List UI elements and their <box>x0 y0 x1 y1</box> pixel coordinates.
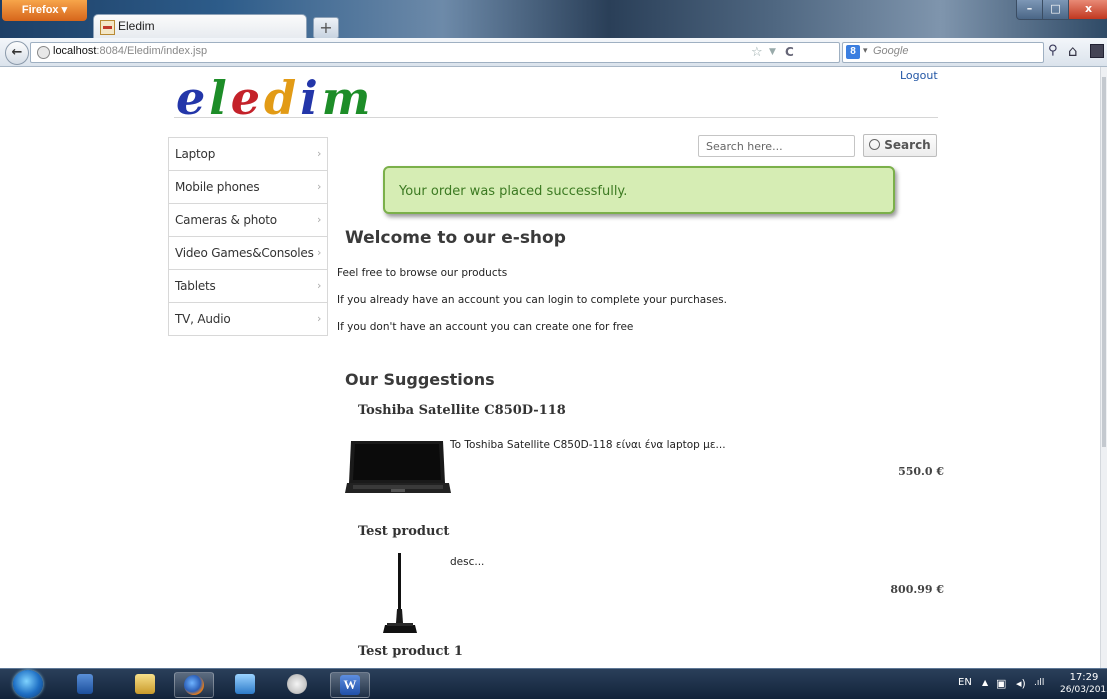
search-engine-icon[interactable]: 8 <box>846 45 860 59</box>
site-identity-icon[interactable] <box>37 46 50 59</box>
sidebar-item-cameras-photo[interactable]: Cameras & photo › <box>169 204 327 237</box>
chevron-right-icon: › <box>317 213 322 226</box>
sidebar-item-video-games[interactable]: Video Games&Consoles › <box>169 237 327 270</box>
chevron-right-icon: › <box>317 246 322 259</box>
chevron-right-icon: › <box>317 312 322 325</box>
window-titlebar: Firefox ▾ Eledim + – □ x <box>0 0 1107 39</box>
monitor-product-image[interactable] <box>381 553 419 635</box>
search-icon <box>869 139 881 150</box>
firefox-icon <box>184 675 204 695</box>
back-button[interactable]: ← <box>5 41 29 65</box>
navigation-toolbar: ← localhost:8084/Eledim/index.jsp ☆ ▼ C … <box>0 38 1107 67</box>
taskbar-app-cube[interactable] <box>226 672 264 696</box>
product-price: 800.99 € <box>890 583 944 596</box>
address-bar[interactable]: localhost:8084/Eledim/index.jsp ☆ ▼ C <box>30 42 840 63</box>
product-price: 550.0 € <box>898 465 944 478</box>
chevron-right-icon: › <box>317 147 322 160</box>
search-button-label: Search <box>884 138 931 152</box>
word-icon: W <box>340 675 360 695</box>
logout-link[interactable]: Logout <box>900 69 938 82</box>
windows-taskbar: W EN ▲ ▣ ◂) .ıll 17:29 26/03/2013 <box>0 668 1107 699</box>
product-description: To Toshiba Satellite C850D-118 είναι ένα… <box>450 439 726 451</box>
show-hidden-icons-icon[interactable]: ▲ <box>982 678 988 687</box>
sidebar-item-label: TV, Audio <box>175 312 231 326</box>
history-dropdown-icon[interactable]: ▼ <box>769 47 776 57</box>
home-icon[interactable]: ⌂ <box>1068 42 1078 60</box>
minimize-button[interactable]: – <box>1016 0 1043 20</box>
sidebar-item-label: Mobile phones <box>175 180 260 194</box>
firefox-menu-button[interactable]: Firefox ▾ <box>2 0 87 21</box>
sidebar-item-label: Laptop <box>175 147 216 161</box>
product-name-link[interactable]: Test product <box>358 524 449 539</box>
chevron-right-icon: › <box>317 279 322 292</box>
product-name-link[interactable]: Toshiba Satellite C850D-118 <box>358 403 566 418</box>
new-tab-button[interactable]: + <box>313 17 339 39</box>
taskbar-media-player[interactable] <box>66 672 104 696</box>
search-button[interactable]: Search <box>863 134 937 157</box>
paint-palette-icon <box>287 674 307 694</box>
sidebar-item-mobile-phones[interactable]: Mobile phones › <box>169 171 327 204</box>
network-icon[interactable]: ▣ <box>996 677 1006 690</box>
clock-date[interactable]: 26/03/2013 <box>1060 685 1107 695</box>
cube-icon <box>235 674 255 694</box>
tab-title: Eledim <box>118 19 155 33</box>
bookmarks-icon[interactable] <box>1090 44 1104 58</box>
taskbar-word[interactable]: W <box>330 672 370 698</box>
close-window-button[interactable]: x <box>1068 0 1107 20</box>
scrollbar-thumb[interactable] <box>1102 77 1106 447</box>
sidebar-item-tv-audio[interactable]: TV, Audio › <box>169 303 327 336</box>
header-divider <box>174 117 938 118</box>
welcome-heading: Welcome to our e-shop <box>345 228 566 248</box>
sidebar-item-label: Video Games&Consoles <box>175 246 314 260</box>
folder-icon <box>135 674 155 694</box>
product-description: desc... <box>450 556 485 568</box>
taskbar-file-explorer[interactable] <box>126 672 164 696</box>
product-name-link[interactable]: Test product 1 <box>358 644 463 659</box>
taskbar-paint[interactable] <box>278 672 316 696</box>
sidebar-item-label: Tablets <box>175 279 216 293</box>
media-player-icon <box>77 674 93 694</box>
clock-time[interactable]: 17:29 <box>1066 672 1102 683</box>
bookmark-star-icon[interactable]: ☆ <box>751 45 763 60</box>
page-scrollbar[interactable] <box>1100 67 1107 668</box>
intro-line: If you already have an account you can l… <box>337 294 727 306</box>
sidebar-item-tablets[interactable]: Tablets › <box>169 270 327 303</box>
chevron-right-icon: › <box>317 180 322 193</box>
tab-favicon-icon <box>100 20 115 35</box>
intro-line: Feel free to browse our products <box>337 267 508 279</box>
browser-search-bar[interactable]: 8 ▾ Google <box>842 42 1044 63</box>
url-host: localhost <box>53 45 97 57</box>
search-input[interactable] <box>698 135 855 157</box>
signal-icon[interactable]: .ıll <box>1034 678 1044 688</box>
sidebar-item-label: Cameras & photo <box>175 213 277 227</box>
search-engine-dropdown-icon[interactable]: ▾ <box>863 46 868 56</box>
url-text: localhost:8084/Eledim/index.jsp <box>53 45 207 57</box>
site-logo[interactable]: eledim <box>176 68 374 128</box>
suggestions-heading: Our Suggestions <box>345 370 495 389</box>
start-button[interactable] <box>13 670 43 698</box>
reload-icon[interactable]: C <box>785 45 794 59</box>
taskbar-firefox[interactable] <box>174 672 214 698</box>
alert-message: Your order was placed successfully. <box>399 184 628 199</box>
page-content: eledim Logout Laptop › Mobile phones › Cam… <box>0 67 1107 668</box>
browser-tab[interactable]: Eledim <box>93 14 307 39</box>
success-alert: Your order was placed successfully. <box>383 166 895 214</box>
browser-search-placeholder: Google <box>873 45 909 57</box>
intro-line: If you don't have an account you can cre… <box>337 321 634 333</box>
maximize-button[interactable]: □ <box>1042 0 1069 20</box>
volume-icon[interactable]: ◂) <box>1016 677 1026 690</box>
language-indicator[interactable]: EN <box>958 677 972 688</box>
url-path: :8084/Eledim/index.jsp <box>96 45 208 57</box>
laptop-product-image[interactable] <box>345 437 451 499</box>
sidebar-item-laptop[interactable]: Laptop › <box>169 138 327 171</box>
category-sidebar: Laptop › Mobile phones › Cameras & photo › … <box>168 137 328 336</box>
firefox-menu-label: Firefox <box>21 4 59 16</box>
search-go-icon[interactable]: ⚲ <box>1048 43 1058 58</box>
